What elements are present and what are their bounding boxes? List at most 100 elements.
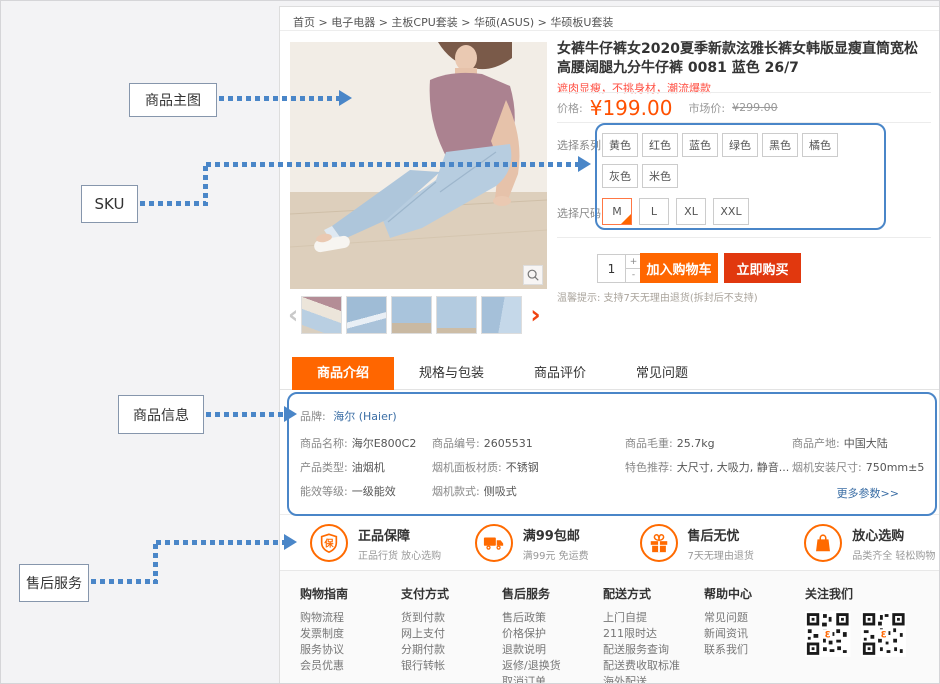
thumbnail[interactable]	[346, 296, 387, 334]
annotation-info-label: 商品信息	[118, 395, 204, 434]
size-label: 选择尺码:	[557, 205, 605, 221]
tab-faq[interactable]: 常见问题	[611, 357, 713, 390]
attribute-item: 商品产地:中国大陆	[792, 435, 925, 451]
footer-link[interactable]: 211限时达	[603, 626, 704, 642]
tab-reviews[interactable]: 商品评价	[509, 357, 611, 390]
footer-link[interactable]: 发票制度	[300, 626, 401, 642]
footer-link[interactable]: 会员优惠	[300, 658, 401, 674]
service-after-sales: 售后无忧7天无理由退货	[610, 515, 775, 571]
footer-col-title: 配送方式	[603, 585, 704, 602]
shield-badge-icon: 保	[310, 524, 348, 562]
footer-col-payment: 支付方式 货到付款 网上支付 分期付款 银行转帐	[401, 585, 502, 684]
attribute-item: 特色推荐:大尺寸, 大吸力, 静音...	[625, 459, 792, 475]
service-genuine: 保 正品保障正品行货 放心选购	[280, 515, 445, 571]
footer-link[interactable]: 上门自提	[603, 610, 704, 626]
series-option-beige[interactable]: 米色	[642, 164, 678, 188]
size-option-xl[interactable]: XL	[676, 198, 706, 225]
footer-link[interactable]: 网上支付	[401, 626, 502, 642]
site-footer: 购物指南 购物流程 发票制度 服务协议 会员优惠 支付方式 货到付款 网上支付 …	[280, 570, 939, 684]
thumbnail[interactable]	[301, 296, 342, 334]
thumbnail[interactable]	[436, 296, 477, 334]
quantity-value: 1	[598, 255, 626, 282]
thumbnail[interactable]	[391, 296, 432, 334]
buy-box: 女裤牛仔裤女2020夏季新款泫雅长裤女韩版显瘦直筒宽松高腰阔腿九分牛仔裤 008…	[557, 37, 937, 322]
tab-spec-package[interactable]: 规格与包装	[394, 357, 509, 390]
series-option-orange[interactable]: 橘色	[802, 133, 838, 157]
thumbnail[interactable]	[481, 296, 522, 334]
add-to-cart-button[interactable]: 加入购物车	[640, 253, 718, 283]
series-label: 选择系列:	[557, 137, 605, 153]
footer-link[interactable]: 银行转帐	[401, 658, 502, 674]
footer-col-title: 关注我们	[805, 585, 906, 602]
footer-link[interactable]: 返修/退换货	[502, 658, 603, 674]
annotation-connector	[206, 412, 284, 417]
footer-link[interactable]: 售后政策	[502, 610, 603, 626]
footer-link[interactable]: 联系我们	[704, 642, 805, 658]
service-desc: 品类齐全 轻松购物	[852, 547, 935, 562]
plus-icon[interactable]: +	[626, 255, 641, 269]
purchase-hint: 温馨提示: 支持7天无理由退货(拆封后不支持)	[557, 289, 758, 304]
next-arrow-icon[interactable]: ›	[530, 296, 540, 334]
series-option-red[interactable]: 红色	[642, 133, 678, 157]
service-free-shipping: 满99包邮满99元 免运费	[445, 515, 610, 571]
product-info-section: 品牌: 海尔 (Haier) 商品名称:海尔E800C2 商品编号:260553…	[290, 395, 933, 513]
footer-link[interactable]: 取消订单	[502, 674, 603, 684]
series-option-blue[interactable]: 蓝色	[682, 133, 718, 157]
market-price-value: ¥299.00	[732, 101, 778, 114]
attr-label: 商品编号:	[432, 437, 480, 450]
series-option-green[interactable]: 绿色	[722, 133, 758, 157]
brand-link[interactable]: 海尔 (Haier)	[333, 410, 396, 423]
price-row: 价格: ¥199.00 市场价: ¥299.00	[557, 92, 931, 123]
qr-codes: Ɛ Ɛ	[805, 610, 906, 658]
series-option-yellow[interactable]: 黄色	[602, 133, 638, 157]
attr-label: 能效等级:	[300, 485, 348, 498]
footer-link[interactable]: 服务协议	[300, 642, 401, 658]
service-title: 售后无忧	[688, 525, 754, 544]
footer-col-shopping-guide: 购物指南 购物流程 发票制度 服务协议 会员优惠	[300, 585, 401, 684]
breadcrumb[interactable]: 首页 > 电子电器 > 主板CPU套装 > 华硕(ASUS) > 华硕板U套装	[293, 14, 613, 30]
footer-link[interactable]: 配送服务查询	[603, 642, 704, 658]
minus-icon[interactable]: -	[626, 268, 641, 282]
annotation-connector	[156, 540, 284, 545]
attr-label: 商品产地:	[792, 437, 840, 450]
footer-link[interactable]: 购物流程	[300, 610, 401, 626]
annotation-sku-label: SKU	[81, 185, 138, 223]
annotation-connector	[140, 201, 206, 206]
tab-product-intro[interactable]: 商品介绍	[292, 357, 394, 390]
service-easy-shopping: 放心选购品类齐全 轻松购物	[774, 515, 939, 571]
footer-link[interactable]: 分期付款	[401, 642, 502, 658]
series-option-gray[interactable]: 灰色	[602, 164, 638, 188]
zoom-icon[interactable]	[523, 265, 543, 285]
footer-link[interactable]: 海外配送	[603, 674, 704, 684]
attribute-item: 商品毛重:25.7kg	[625, 435, 792, 451]
annotation-main-image-label: 商品主图	[129, 83, 217, 117]
section-divider	[557, 237, 931, 238]
attribute-item: 烟机面板材质:不锈钢	[432, 459, 625, 475]
arrow-head-icon	[339, 90, 352, 106]
size-option-m[interactable]: M	[602, 198, 632, 225]
footer-link[interactable]: 退款说明	[502, 642, 603, 658]
attribute-item: 商品编号:2605531	[432, 435, 625, 451]
svg-text:Ɛ: Ɛ	[880, 630, 886, 640]
buy-now-button[interactable]: 立即购买	[724, 253, 801, 283]
annotation-service-label: 售后服务	[19, 564, 89, 602]
annotation-connector	[91, 579, 157, 584]
footer-link[interactable]: 价格保护	[502, 626, 603, 642]
truck-icon	[475, 524, 513, 562]
more-params-link[interactable]: 更多参数>>	[837, 485, 899, 501]
size-option-xxl[interactable]: XXL	[713, 198, 749, 225]
brand-row: 品牌: 海尔 (Haier)	[300, 408, 397, 424]
size-option-l[interactable]: L	[639, 198, 669, 225]
footer-link[interactable]: 常见问题	[704, 610, 805, 626]
footer-link[interactable]: 配送费收取标准	[603, 658, 704, 674]
footer-link[interactable]: 新闻资讯	[704, 626, 805, 642]
service-title: 满99包邮	[523, 525, 589, 544]
prev-arrow-icon[interactable]: ‹	[288, 296, 298, 334]
footer-col-title: 支付方式	[401, 585, 502, 602]
series-option-black[interactable]: 黑色	[762, 133, 798, 157]
attr-label: 烟机面板材质:	[432, 461, 502, 474]
quantity-stepper[interactable]: 1 + -	[597, 254, 642, 283]
attribute-item: 产品类型:油烟机	[300, 459, 432, 475]
bag-icon	[804, 524, 842, 562]
footer-link[interactable]: 货到付款	[401, 610, 502, 626]
